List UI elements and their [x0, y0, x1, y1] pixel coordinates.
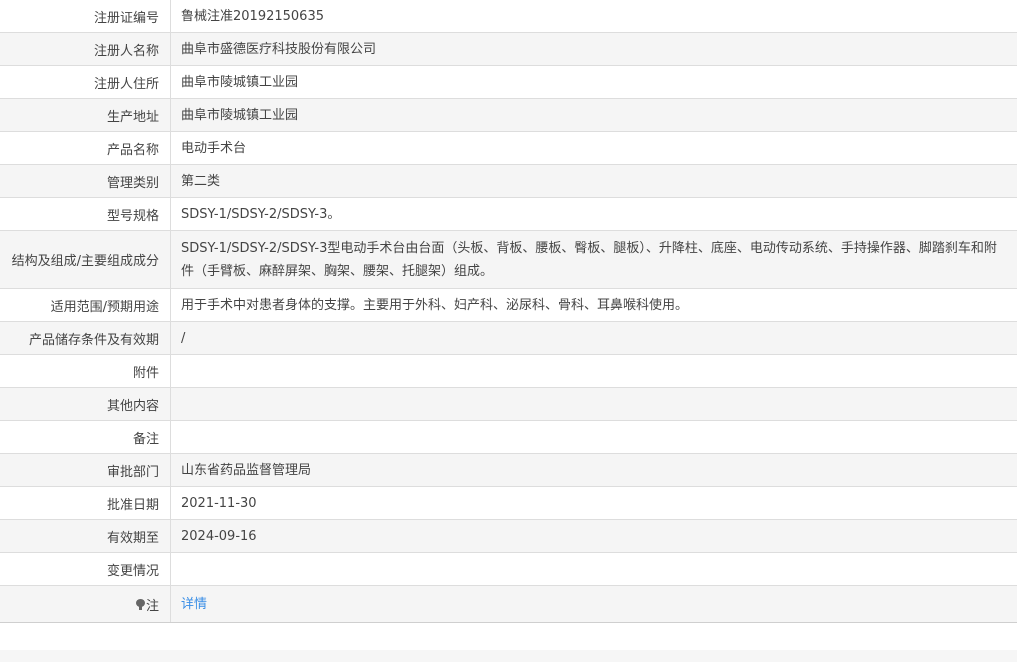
field-value — [171, 421, 1017, 453]
field-label: 注册证编号 — [0, 0, 171, 32]
table-row: 结构及组成/主要组成成分 SDSY-1/SDSY-2/SDSY-3型电动手术台由… — [0, 231, 1017, 289]
table-row: 备注 — [0, 421, 1017, 454]
table-row: 审批部门 山东省药品监督管理局 — [0, 454, 1017, 487]
table-row: 变更情况 — [0, 553, 1017, 586]
field-value: 曲阜市陵城镇工业园 — [181, 107, 299, 123]
table-row: 产品名称 电动手术台 — [0, 132, 1017, 165]
field-label: 管理类别 — [0, 165, 171, 197]
table-row: 注册人住所 曲阜市陵城镇工业园 — [0, 66, 1017, 99]
note-value-cell: 详情 — [171, 586, 1017, 622]
note-label: 注 — [145, 598, 159, 614]
note-row: 注 详情 — [0, 586, 1017, 623]
field-value: 2021-11-30 — [181, 495, 257, 511]
field-value: SDSY-1/SDSY-2/SDSY-3型电动手术台由台面（头板、背板、腰板、臀… — [181, 240, 997, 279]
field-label: 型号规格 — [0, 198, 171, 230]
table-row: 注册人名称 曲阜市盛德医疗科技股份有限公司 — [0, 33, 1017, 66]
field-label: 生产地址 — [0, 99, 171, 131]
field-label: 附件 — [0, 355, 171, 387]
field-value: 山东省药品监督管理局 — [181, 462, 312, 478]
field-value — [171, 355, 1017, 387]
field-value: SDSY-1/SDSY-2/SDSY-3。 — [181, 206, 341, 222]
field-label: 变更情况 — [0, 553, 171, 585]
field-value: 第二类 — [181, 173, 221, 189]
field-label: 其他内容 — [0, 388, 171, 420]
field-value: 2024-09-16 — [181, 528, 257, 544]
field-label: 审批部门 — [0, 454, 171, 486]
field-value: 电动手术台 — [181, 140, 247, 156]
field-value: 曲阜市盛德医疗科技股份有限公司 — [181, 41, 377, 57]
field-value: 用于手术中对患者身体的支撑。主要用于外科、妇产科、泌尿科、骨科、耳鼻喉科使用。 — [181, 297, 689, 313]
lightbulb-icon — [135, 598, 145, 610]
table-row: 产品储存条件及有效期 / — [0, 322, 1017, 355]
field-label: 备注 — [0, 421, 171, 453]
field-label: 产品储存条件及有效期 — [0, 322, 171, 354]
table-row: 注册证编号 鲁械注准20192150635 — [0, 0, 1017, 33]
field-label: 注册人住所 — [0, 66, 171, 98]
table-row: 管理类别 第二类 — [0, 165, 1017, 198]
field-label: 产品名称 — [0, 132, 171, 164]
field-label: 适用范围/预期用途 — [0, 289, 171, 321]
table-row: 生产地址 曲阜市陵城镇工业园 — [0, 99, 1017, 132]
field-label: 批准日期 — [0, 487, 171, 519]
field-label: 有效期至 — [0, 520, 171, 552]
note-label-cell: 注 — [0, 586, 171, 622]
table-row: 批准日期 2021-11-30 — [0, 487, 1017, 520]
field-value: 鲁械注准20192150635 — [181, 8, 324, 24]
page-footer-strip — [0, 650, 1017, 662]
field-value: 曲阜市陵城镇工业园 — [181, 74, 299, 90]
table-row: 有效期至 2024-09-16 — [0, 520, 1017, 553]
table-row: 适用范围/预期用途 用于手术中对患者身体的支撑。主要用于外科、妇产科、泌尿科、骨… — [0, 289, 1017, 322]
table-row: 型号规格 SDSY-1/SDSY-2/SDSY-3。 — [0, 198, 1017, 231]
field-value: / — [181, 330, 186, 346]
table-row: 附件 — [0, 355, 1017, 388]
field-label: 结构及组成/主要组成成分 — [0, 231, 171, 288]
table-row: 其他内容 — [0, 388, 1017, 421]
details-link[interactable]: 详情 — [181, 593, 207, 616]
field-value — [171, 553, 1017, 585]
registration-detail-table: 注册证编号 鲁械注准20192150635 注册人名称 曲阜市盛德医疗科技股份有… — [0, 0, 1017, 623]
field-label: 注册人名称 — [0, 33, 171, 65]
field-value — [171, 388, 1017, 420]
